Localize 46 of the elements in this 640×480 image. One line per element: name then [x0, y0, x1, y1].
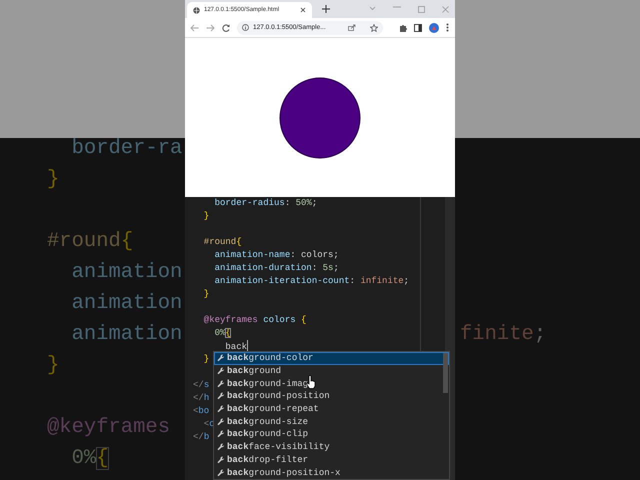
code-line: animation-duration: 5s; [214, 262, 339, 275]
suggestion-item[interactable]: background-clip [214, 428, 449, 441]
code-line: } [202, 210, 210, 223]
code-line: animation-name: colors; [214, 249, 339, 262]
code-line: finite; [460, 322, 546, 348]
avatar-icon[interactable] [429, 22, 439, 32]
code-line: #round{ [47, 229, 134, 255]
close-icon[interactable] [300, 7, 306, 13]
code-line: border-ra [70, 136, 182, 162]
suggestion-item[interactable]: backface-visibility [214, 440, 449, 454]
code-line: </s [193, 379, 210, 392]
reload-icon[interactable] [222, 24, 230, 32]
globe-icon [193, 6, 200, 14]
star-icon[interactable] [370, 24, 378, 32]
side-panel-icon[interactable] [414, 24, 422, 32]
code-line: </b [193, 431, 210, 444]
suggestion-item[interactable]: background-imag [214, 377, 449, 390]
suggestion-item[interactable]: background-position-x [214, 466, 449, 479]
code-line: } [47, 353, 60, 379]
code-line: animation-iteration-count: infinite; [214, 275, 410, 288]
code-line: </h [193, 392, 210, 405]
code-line: #round{ [202, 236, 242, 249]
suggestion-item[interactable]: background-color [214, 352, 449, 365]
suggestion-item[interactable]: background-size [214, 415, 449, 428]
new-tab-icon[interactable] [322, 5, 330, 13]
code-line: } [202, 288, 210, 301]
code-line: <bo [193, 405, 210, 418]
code-line: } [202, 353, 210, 366]
suggestion-item[interactable]: backdrop-filter [214, 454, 449, 466]
puzzle-icon[interactable] [399, 24, 407, 32]
suggestion-item[interactable]: background [214, 364, 449, 378]
code-line: @keyframes [47, 415, 170, 441]
code-line: back [224, 340, 248, 353]
code-line: animation [70, 322, 182, 348]
code-line: 0%{ [70, 446, 109, 472]
code-line: animation [70, 291, 182, 317]
suggestion-item[interactable]: background-position [214, 390, 449, 403]
hand-pointer-icon [306, 375, 316, 389]
code-line: @keyframes colors { [202, 314, 306, 327]
code-line: animation [70, 260, 182, 286]
code-line: border-radius: 50%; [214, 197, 318, 210]
code-line: } [47, 167, 60, 193]
suggestion-item[interactable]: background-repeat [214, 402, 449, 416]
share-icon[interactable] [348, 24, 356, 31]
info-icon [242, 24, 249, 31]
more-icon[interactable] [446, 23, 449, 32]
